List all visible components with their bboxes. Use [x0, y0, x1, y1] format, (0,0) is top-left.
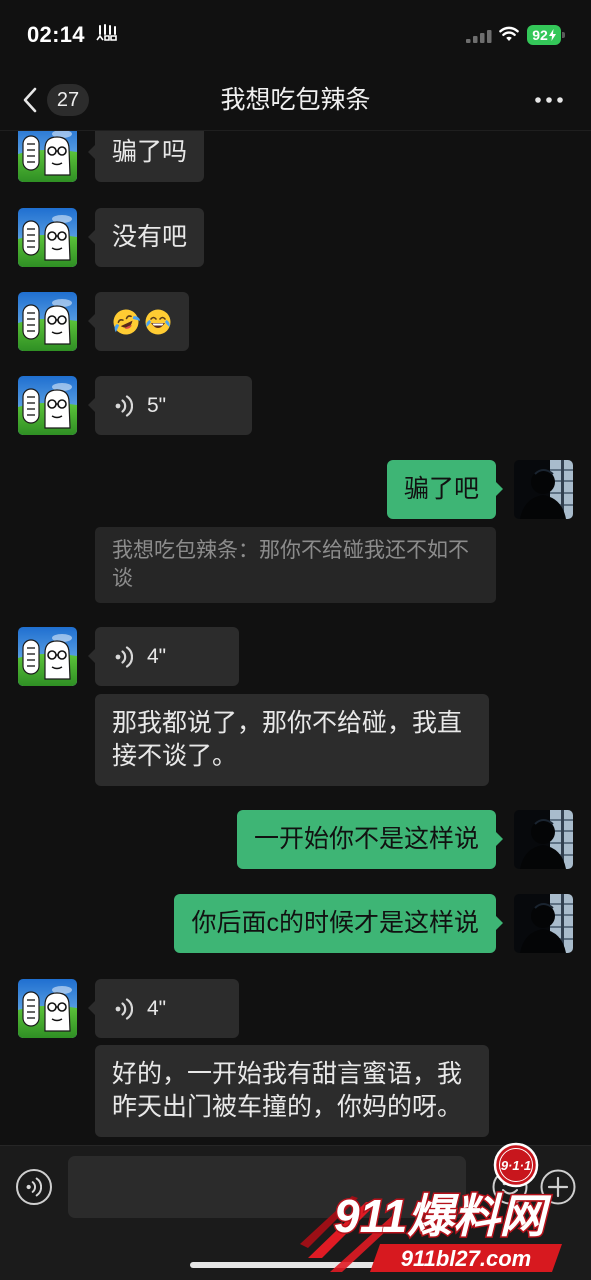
- message-bubble[interactable]: 你后面c的时候才是这样说: [174, 894, 503, 953]
- message-row: 4": [0, 627, 591, 686]
- battery-body: 92: [527, 25, 561, 45]
- watermark-badge-text: 9·1·1: [501, 1158, 531, 1173]
- voice-duration: 4": [147, 644, 167, 668]
- message-row: 好的，一开始我有甜言蜜语，我昨天出门被车撞的，你妈的呀。: [0, 1045, 591, 1137]
- quoted-message[interactable]: 我想吃包辣条：那你不给碰我还不如不谈: [95, 527, 496, 603]
- wifi-icon: [499, 26, 519, 41]
- message-text: 没有吧: [112, 223, 188, 251]
- message-row: [0, 292, 591, 351]
- more-dots-icon[interactable]: [535, 96, 563, 104]
- message-row: 一开始你不是这样说: [0, 810, 591, 869]
- watermark-brand: 911爆料网: [334, 1190, 551, 1242]
- voice-wave-icon: [115, 997, 133, 1021]
- voice-duration: 4": [147, 996, 167, 1020]
- message-row: 5": [0, 376, 591, 435]
- message-text: 好的，一开始我有甜言蜜语，我昨天出门被车撞的，你妈的呀。: [112, 1060, 463, 1121]
- my-avatar[interactable]: [514, 894, 573, 953]
- voice-message-bubble[interactable]: 4": [88, 627, 239, 686]
- message-bubble[interactable]: 骗了吗: [87, 131, 205, 182]
- chevron-left-icon[interactable]: [22, 87, 38, 113]
- message-row: 那我都说了，那你不给碰，我直接不谈了。: [0, 694, 591, 786]
- charging-bolt-icon: [548, 29, 556, 41]
- battery-charging-icon: 92: [527, 25, 566, 45]
- friend-avatar[interactable]: [18, 376, 77, 435]
- battery-cap: [562, 32, 565, 38]
- message-text: 一开始你不是这样说: [253, 825, 479, 853]
- friend-avatar[interactable]: [18, 131, 77, 182]
- message-bubble[interactable]: 好的，一开始我有甜言蜜语，我昨天出门被车撞的，你妈的呀。: [95, 1045, 489, 1137]
- unread-count-badge[interactable]: 27: [47, 84, 89, 116]
- watermark-logo: 9·1·1 911爆料网 911bl27.com: [300, 1142, 562, 1272]
- emoji-message-bubble[interactable]: [88, 292, 189, 351]
- message-row: 骗了吧: [0, 460, 591, 519]
- message-list[interactable]: 骗了吗 没有吧 5" 骗了吧 我想吃包辣条：那你不给碰我还不如不谈 4" 那我都…: [0, 131, 591, 1145]
- message-text: 你后面c的时候才是这样说: [191, 909, 479, 937]
- voice-wave-icon: [115, 645, 133, 669]
- face-with-tears-of-joy-emoji: [145, 309, 171, 334]
- rolling-on-the-floor-laughing-emoji: [113, 309, 140, 334]
- message-bubble[interactable]: 那我都说了，那你不给碰，我直接不谈了。: [95, 694, 489, 786]
- message-bubble[interactable]: 没有吧: [87, 208, 205, 267]
- chat-title: 我想吃包辣条: [220, 86, 371, 114]
- friend-avatar[interactable]: [18, 979, 77, 1038]
- voice-input-icon: [26, 1176, 42, 1198]
- friend-avatar[interactable]: [18, 208, 77, 267]
- voice-message-bubble[interactable]: 5": [88, 376, 252, 435]
- voice-wave-icon: [115, 394, 133, 418]
- message-bubble[interactable]: 骗了吧: [386, 460, 504, 519]
- my-avatar[interactable]: [514, 460, 573, 519]
- voice-input-button[interactable]: [16, 1169, 52, 1205]
- friend-avatar[interactable]: [18, 292, 77, 351]
- watermark-url: 911bl27.com: [401, 1246, 531, 1271]
- signal-icon: [466, 30, 492, 43]
- message-text: 那我都说了，那你不给碰，我直接不谈了。: [112, 709, 463, 770]
- status-time: 02:14: [27, 22, 85, 47]
- voice-message-bubble[interactable]: 4": [88, 979, 239, 1038]
- message-text: 骗了吧: [403, 475, 479, 503]
- voice-duration: 5": [147, 393, 167, 417]
- status-indicator-icon: [96, 24, 117, 41]
- quote-row: 我想吃包辣条：那你不给碰我还不如不谈: [0, 527, 591, 603]
- message-row: 没有吧: [0, 208, 591, 267]
- battery-level: 92: [532, 27, 548, 43]
- my-avatar[interactable]: [514, 810, 573, 869]
- message-bubble[interactable]: 一开始你不是这样说: [236, 810, 504, 869]
- message-row: 4": [0, 979, 591, 1038]
- message-text: 骗了吗: [112, 138, 188, 166]
- friend-avatar[interactable]: [18, 627, 77, 686]
- watermark-badge: 9·1·1: [493, 1142, 539, 1188]
- message-row: 你后面c的时候才是这样说: [0, 894, 591, 953]
